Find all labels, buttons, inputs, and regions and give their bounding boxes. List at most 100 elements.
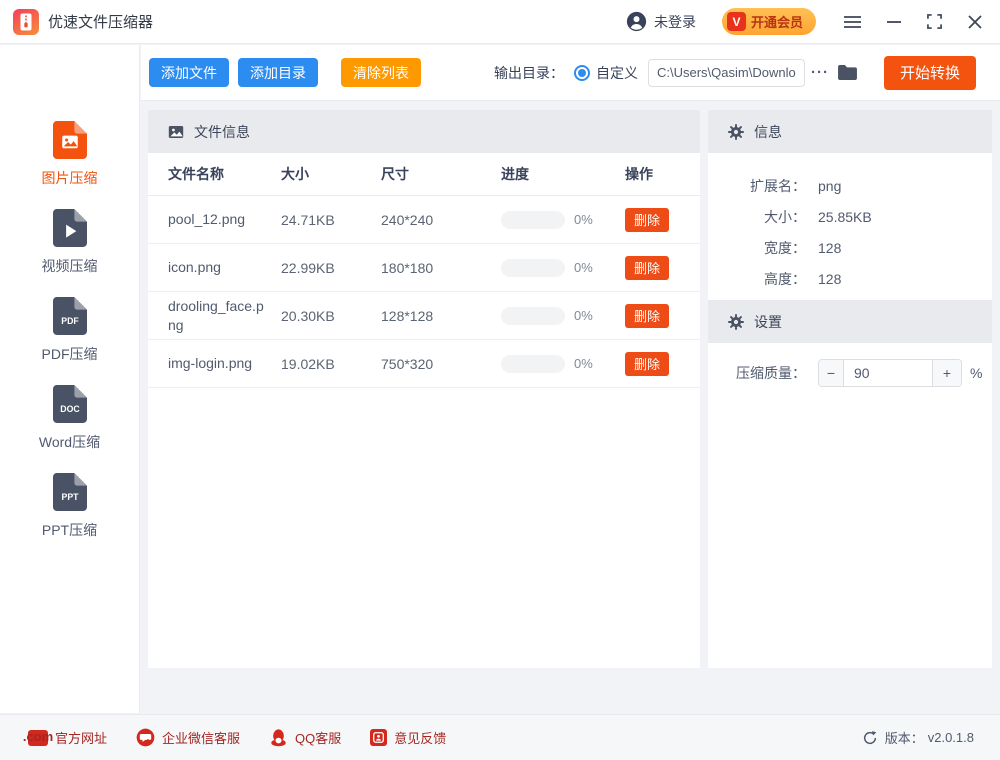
wechat-service-label: 企业微信客服	[162, 728, 240, 747]
wechat-service-icon	[136, 728, 155, 747]
progress-percent: 0%	[574, 308, 593, 323]
delete-button[interactable]: 删除	[625, 208, 669, 232]
sidebar-item-word-compress[interactable]: DOC Word压缩	[0, 385, 139, 452]
delete-button[interactable]: 删除	[625, 304, 669, 328]
footer: .com 官方网址 企业微信客服 QQ客服	[0, 714, 1000, 760]
login-status-label: 未登录	[654, 12, 696, 32]
video-compress-icon	[53, 209, 87, 247]
official-website-label: 官方网址	[55, 728, 107, 747]
quality-setting-row: 压缩质量： − + %	[708, 359, 992, 387]
start-convert-button[interactable]: 开始转换	[884, 56, 976, 90]
quality-unit: %	[970, 365, 982, 381]
file-size: 20.30KB	[281, 308, 381, 324]
info-body: 扩展名： png 大小： 25.85KB 宽度： 128 高度： 128	[708, 153, 992, 300]
add-file-button[interactable]: 添加文件	[149, 58, 229, 87]
file-info-panel-header: 文件信息	[148, 110, 700, 153]
custom-output-radio[interactable]	[574, 65, 590, 81]
delete-button[interactable]: 删除	[625, 256, 669, 280]
info-value: 25.85KB	[818, 209, 992, 225]
info-label: 宽度：	[708, 238, 806, 258]
qq-service-link[interactable]: QQ客服	[269, 728, 341, 747]
clear-list-button[interactable]: 清除列表	[341, 58, 421, 87]
image-compress-icon	[53, 121, 87, 159]
feedback-link[interactable]: 意见反馈	[370, 728, 446, 747]
column-header-action: 操作	[625, 164, 700, 184]
feedback-icon	[370, 729, 387, 746]
sidebar-item-image-compress[interactable]: 图片压缩	[0, 121, 139, 188]
browse-more-button[interactable]: ···	[811, 64, 829, 81]
pdf-compress-icon: PDF	[53, 297, 87, 335]
hamburger-icon	[844, 15, 861, 29]
sidebar-item-pdf-compress[interactable]: PDF PDF压缩	[0, 297, 139, 364]
add-directory-button[interactable]: 添加目录	[238, 58, 318, 87]
ppt-compress-icon: PPT	[53, 473, 87, 511]
version-value: v2.0.1.8	[928, 730, 974, 745]
table-row[interactable]: drooling_face.png 20.30KB 128*128 0% 删除	[148, 292, 700, 340]
table-header: 文件名称 大小 尺寸 进度 操作	[148, 153, 700, 196]
open-vip-button[interactable]: V 开通会员	[722, 8, 816, 35]
delete-button[interactable]: 删除	[625, 352, 669, 376]
content-area: 文件信息 文件名称 大小 尺寸 进度 操作 pool_12.png 24.71K…	[141, 102, 1000, 713]
column-header-progress: 进度	[501, 164, 625, 184]
version-info: 版本：v2.0.1.8	[862, 728, 974, 747]
info-value: 128	[818, 271, 992, 287]
login-status[interactable]: 未登录	[626, 11, 696, 32]
gear-icon	[728, 314, 744, 330]
info-row-height: 高度： 128	[708, 263, 992, 294]
info-row-size: 大小： 25.85KB	[708, 201, 992, 232]
progress-percent: 0%	[574, 356, 593, 371]
output-path-input[interactable]	[648, 59, 805, 87]
update-refresh-icon	[862, 730, 878, 746]
titlebar: 优速文件压缩器 未登录 V 开通会员	[0, 0, 1000, 44]
info-panel-title: 信息	[754, 122, 782, 142]
sidebar-item-ppt-compress[interactable]: PPT PPT压缩	[0, 473, 139, 540]
progress-percent: 0%	[574, 260, 593, 275]
table-row[interactable]: icon.png 22.99KB 180*180 0% 删除	[148, 244, 700, 292]
file-dims: 180*180	[381, 260, 501, 276]
quality-increase-button[interactable]: +	[932, 360, 961, 386]
minimize-icon	[887, 15, 901, 29]
zip-document-icon	[13, 9, 39, 35]
user-avatar-icon	[626, 11, 647, 32]
svg-text:DOC: DOC	[60, 404, 80, 414]
table-row[interactable]: img-login.png 19.02KB 750*320 0% 删除	[148, 340, 700, 388]
info-label: 大小：	[708, 207, 806, 227]
output-directory-group: 输出目录： 自定义 ··· 开始转换	[494, 56, 976, 90]
progress-bar	[501, 307, 565, 325]
image-icon	[168, 124, 184, 140]
file-dims: 750*320	[381, 356, 501, 372]
sidebar-item-label: 视频压缩	[42, 256, 98, 276]
open-folder-button[interactable]	[837, 64, 858, 81]
info-label: 高度：	[708, 269, 806, 289]
settings-panel-header: 设置	[708, 300, 992, 343]
sidebar-item-video-compress[interactable]: 视频压缩	[0, 209, 139, 276]
menu-button[interactable]	[840, 11, 865, 33]
maximize-button[interactable]	[923, 10, 946, 33]
minimize-button[interactable]	[883, 11, 905, 33]
quality-input[interactable]	[844, 360, 932, 386]
file-progress: 0%	[501, 259, 625, 277]
quality-label: 压缩质量：	[708, 363, 806, 383]
close-button[interactable]	[964, 11, 986, 33]
progress-bar	[501, 259, 565, 277]
close-icon	[968, 15, 982, 29]
info-value: 128	[818, 240, 992, 256]
vip-badge-icon: V	[727, 12, 746, 31]
wechat-service-link[interactable]: 企业微信客服	[136, 728, 240, 747]
sidebar-item-label: PPT压缩	[42, 520, 97, 540]
toolbar: 添加文件 添加目录 清除列表 输出目录： 自定义 ··· 开始转换	[141, 45, 1000, 101]
settings-panel-title: 设置	[754, 312, 782, 332]
file-dims: 240*240	[381, 212, 501, 228]
quality-decrease-button[interactable]: −	[819, 360, 844, 386]
official-website-link[interactable]: .com 官方网址	[28, 728, 107, 747]
column-header-name: 文件名称	[168, 164, 281, 184]
vip-button-label: 开通会员	[751, 12, 803, 31]
table-row[interactable]: pool_12.png 24.71KB 240*240 0% 删除	[148, 196, 700, 244]
file-name: drooling_face.png	[168, 297, 281, 335]
app-title: 优速文件压缩器	[48, 11, 153, 32]
app-window: 优速文件压缩器 未登录 V 开通会员	[0, 0, 1000, 760]
feedback-label: 意见反馈	[394, 728, 446, 747]
progress-bar	[501, 355, 565, 373]
maximize-icon	[927, 14, 942, 29]
file-name: icon.png	[168, 258, 281, 277]
